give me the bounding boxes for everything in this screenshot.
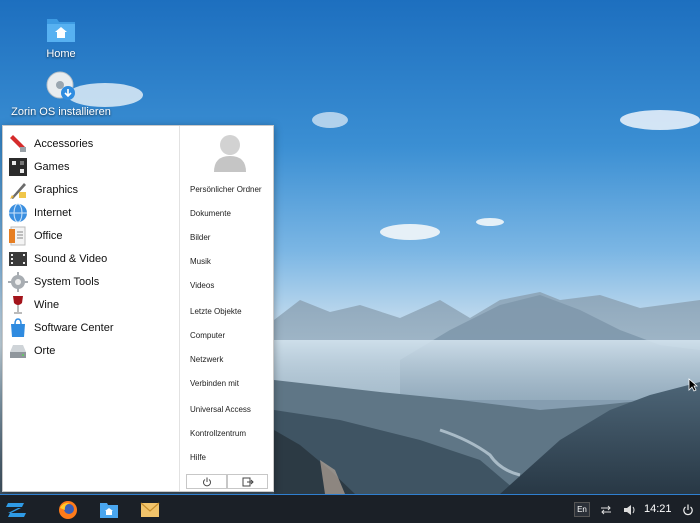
start-menu: Accessories Games Graphics Internet Offi… bbox=[2, 125, 274, 492]
place-item[interactable]: Musik bbox=[190, 257, 211, 266]
taskbar-clock[interactable]: 14:21 bbox=[644, 503, 672, 515]
files-button[interactable] bbox=[96, 498, 122, 522]
category-system-tools[interactable]: System Tools bbox=[8, 271, 178, 293]
games-icon bbox=[9, 158, 27, 176]
category-label: Accessories bbox=[34, 138, 94, 150]
places-drive-icon bbox=[10, 345, 26, 358]
taskbar: En 14:21 bbox=[0, 494, 700, 523]
system-power-button[interactable] bbox=[680, 498, 696, 522]
power-icon bbox=[683, 504, 693, 516]
graphics-icon bbox=[10, 183, 26, 199]
category-label: Orte bbox=[34, 345, 56, 357]
zorin-menu-button[interactable] bbox=[3, 498, 29, 522]
system-tools-icon bbox=[8, 272, 28, 292]
mail-button[interactable] bbox=[137, 498, 163, 522]
sound-video-icon bbox=[9, 252, 27, 266]
category-label: Sound & Video bbox=[34, 253, 108, 265]
network-arrows-icon bbox=[601, 505, 611, 515]
user-avatar-icon[interactable] bbox=[212, 132, 248, 172]
category-label: Software Center bbox=[34, 322, 114, 334]
zorin-menu-icon bbox=[6, 503, 26, 517]
desktop-icon-install[interactable]: Zorin OS installieren bbox=[11, 70, 111, 118]
category-label: Graphics bbox=[34, 184, 79, 196]
disc-install-icon bbox=[46, 71, 75, 100]
place-item[interactable]: Dokumente bbox=[190, 209, 231, 218]
firefox-button[interactable] bbox=[55, 498, 81, 522]
network-button[interactable] bbox=[598, 498, 614, 522]
category-graphics[interactable]: Graphics bbox=[8, 179, 178, 201]
category-sound-video[interactable]: Sound & Video bbox=[8, 248, 178, 270]
place-item[interactable]: Hilfe bbox=[190, 453, 206, 462]
volume-button[interactable] bbox=[622, 498, 638, 522]
category-software-center[interactable]: Software Center bbox=[8, 317, 178, 339]
files-icon bbox=[100, 503, 118, 518]
internet-icon bbox=[9, 203, 27, 223]
wine-icon bbox=[13, 296, 23, 314]
category-orte[interactable]: Orte bbox=[8, 340, 178, 362]
place-item[interactable]: Universal Access bbox=[190, 405, 251, 414]
category-label: Games bbox=[34, 161, 70, 173]
category-label: Office bbox=[34, 230, 63, 242]
place-item[interactable]: Letzte Objekte bbox=[190, 307, 242, 316]
logout-icon bbox=[242, 477, 254, 486]
firefox-icon bbox=[59, 501, 77, 519]
desktop-icon-label: Home bbox=[46, 48, 76, 60]
power-icon bbox=[202, 477, 211, 486]
desktop-icon-label: Zorin OS installieren bbox=[11, 106, 111, 118]
mouse-pointer-icon bbox=[688, 378, 698, 392]
category-office[interactable]: Office bbox=[8, 225, 178, 247]
category-list: Accessories Games Graphics Internet Offi… bbox=[3, 126, 180, 491]
desktop-icon-home[interactable]: Home bbox=[11, 14, 111, 60]
place-item[interactable]: Persönlicher Ordner bbox=[190, 185, 262, 194]
category-label: Wine bbox=[34, 299, 60, 311]
category-internet[interactable]: Internet bbox=[8, 202, 178, 224]
place-item[interactable]: Videos bbox=[190, 281, 214, 290]
volume-icon bbox=[624, 505, 635, 515]
place-item[interactable]: Verbinden mit bbox=[190, 379, 239, 388]
place-item[interactable]: Netzwerk bbox=[190, 355, 223, 364]
places-panel: Persönlicher Ordner Dokumente Bilder Mus… bbox=[181, 126, 274, 491]
shutdown-button[interactable] bbox=[186, 474, 227, 489]
place-item[interactable]: Kontrollzentrum bbox=[190, 429, 246, 438]
place-item[interactable]: Bilder bbox=[190, 233, 210, 242]
office-icon bbox=[9, 226, 26, 246]
logout-button[interactable] bbox=[227, 474, 268, 489]
category-wine[interactable]: Wine bbox=[8, 294, 178, 316]
place-item[interactable]: Computer bbox=[190, 331, 225, 340]
category-label: Internet bbox=[34, 207, 72, 219]
category-accessories[interactable]: Accessories bbox=[8, 133, 178, 155]
category-label: System Tools bbox=[34, 276, 100, 288]
folder-home-icon bbox=[47, 19, 75, 42]
accessories-icon bbox=[10, 135, 26, 152]
keyboard-layout-indicator[interactable]: En bbox=[574, 502, 590, 517]
mail-icon bbox=[140, 502, 160, 517]
software-center-icon bbox=[11, 318, 25, 337]
category-games[interactable]: Games bbox=[8, 156, 178, 178]
